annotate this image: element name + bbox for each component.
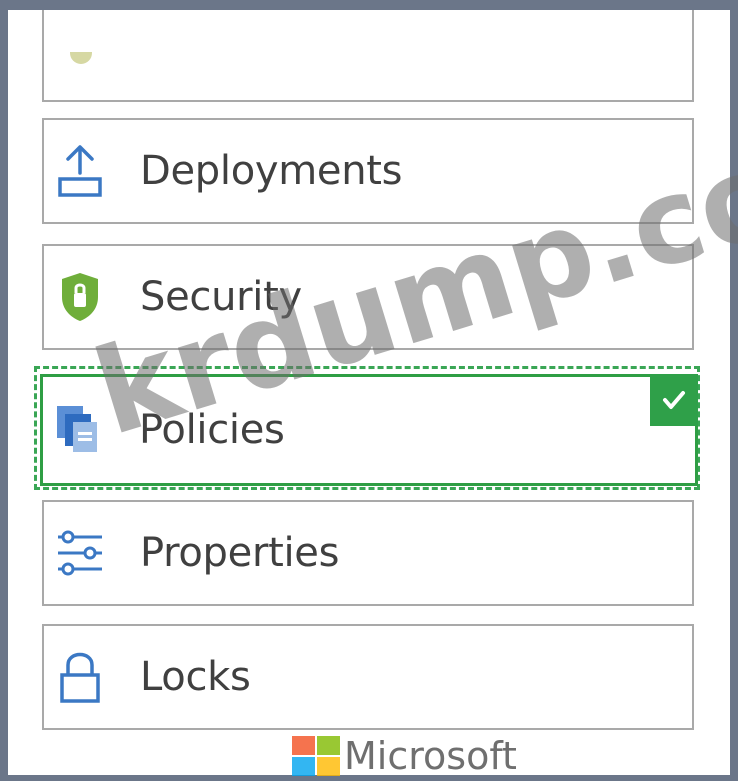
shield-icon: [54, 269, 106, 325]
lock-icon: [54, 649, 106, 705]
policy-documents-icon: [53, 402, 105, 458]
menu-item-label: Properties: [140, 530, 340, 576]
menu-item-label: Deployments: [140, 148, 403, 194]
menu-item-label: Locks: [140, 654, 251, 700]
menu-item-label: Security: [140, 274, 302, 320]
menu-item-security[interactable]: Security: [42, 244, 694, 350]
selected-check-icon: [650, 374, 698, 426]
brand-name: Microsoft: [344, 734, 517, 778]
menu-item-partial[interactable]: [42, 10, 694, 102]
menu-item-deployments[interactable]: Deployments: [42, 118, 694, 224]
partial-item-icon: [70, 52, 92, 64]
microsoft-squares-icon: [292, 736, 340, 776]
microsoft-logo: Microsoft: [292, 736, 517, 776]
menu-item-label: Policies: [139, 407, 285, 453]
menu-item-properties[interactable]: Properties: [42, 500, 694, 606]
menu-item-locks[interactable]: Locks: [42, 624, 694, 730]
sliders-icon: [54, 525, 106, 581]
upload-icon: [54, 143, 106, 199]
menu-item-policies[interactable]: Policies: [40, 374, 698, 486]
